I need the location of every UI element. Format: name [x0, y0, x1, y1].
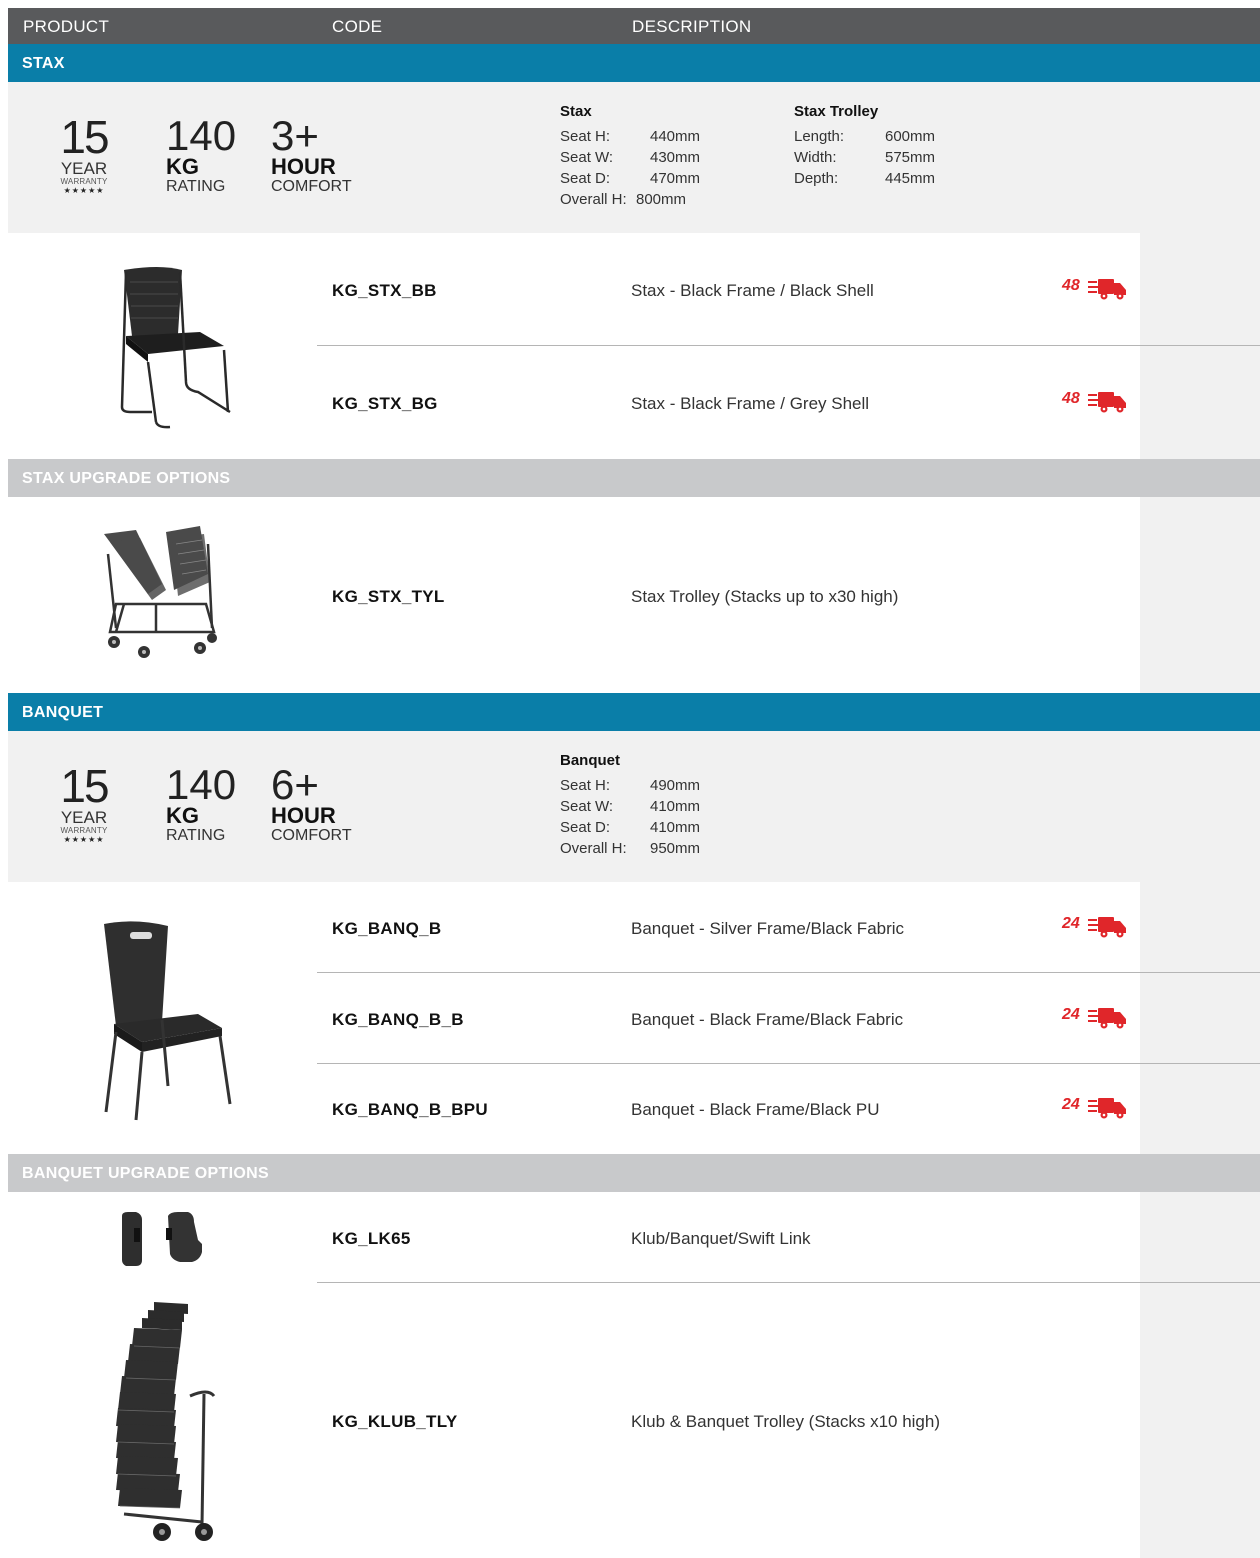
- stax-info-panel: 15 YEAR WARRANTY ★★★★★ 140 KG RATING 3+ …: [8, 82, 1260, 233]
- product-description: Banquet - Black Frame/Black Fabric: [631, 1010, 904, 1029]
- stax-trolley-dimensions: Stax Trolley Length: 600mm Width: 575mm De…: [794, 103, 994, 191]
- stax-trolley-image: [96, 524, 222, 664]
- product-description: Stax Trolley (Stacks up to x30 high): [631, 587, 899, 606]
- comfort-label: COMFORT: [271, 827, 352, 844]
- product-code: KG_BANQ_B_BPU: [332, 1100, 488, 1119]
- product-description: Banquet - Silver Frame/Black Fabric: [631, 919, 905, 938]
- weight-rating-badge: 140 KG RATING: [166, 112, 237, 196]
- side-strip: [1140, 882, 1260, 1154]
- product-description: Stax - Black Frame / Black Shell: [631, 281, 874, 300]
- comfort-badge: 3+ HOUR COMFORT: [271, 112, 352, 196]
- warranty-years: 15: [60, 111, 109, 163]
- warranty-badge: 15 YEAR WARRANTY ★★★★★: [54, 114, 114, 195]
- rating-label: RATING: [166, 178, 226, 195]
- section-header-banquet: BANQUET: [8, 693, 1260, 731]
- hour-label: HOUR: [271, 803, 336, 828]
- product-code: KG_KLUB_TLY: [332, 1412, 458, 1431]
- spec-row: Seat D: 410mm: [560, 819, 701, 836]
- spec-row: Overall H: 800mm: [560, 191, 687, 208]
- spec-title: Stax Trolley: [794, 103, 879, 120]
- rating-label: RATING: [166, 827, 226, 844]
- delivery-hours: 24: [1062, 1006, 1080, 1023]
- section-title: STAX UPGRADE OPTIONS: [22, 470, 231, 487]
- section-header-banquet-upgrade: BANQUET UPGRADE OPTIONS: [8, 1154, 1260, 1192]
- product-code: KG_LK65: [332, 1229, 411, 1248]
- warranty-years: 15: [60, 760, 109, 812]
- banquet-info-panel: 15 YEAR WARRANTY ★★★★★ 140 KG RATING 6+ …: [8, 731, 1260, 882]
- stax-chair-image: [112, 262, 240, 430]
- column-header-code: CODE: [332, 17, 383, 36]
- comfort-label: COMFORT: [271, 178, 352, 195]
- weight-rating-badge: 140 KG RATING: [166, 761, 237, 845]
- table-header: PRODUCT CODE DESCRIPTION: [8, 8, 1260, 44]
- delivery-hours: 48: [1062, 390, 1080, 407]
- star-icons: ★★★★★: [63, 186, 105, 195]
- warranty-label: WARRANTY: [60, 177, 108, 186]
- spec-row: Length: 600mm: [794, 128, 936, 145]
- row-divider: [317, 1282, 1260, 1283]
- row-divider: [317, 972, 1260, 973]
- delivery-hours: 24: [1062, 1096, 1080, 1113]
- spec-title: Stax: [560, 103, 592, 120]
- side-strip: [1140, 233, 1260, 459]
- spec-row: Width: 575mm: [794, 149, 936, 166]
- warranty-badge: 15 YEAR WARRANTY ★★★★★: [54, 763, 114, 844]
- spec-row: Seat W: 430mm: [560, 149, 701, 166]
- product-description: Klub & Banquet Trolley (Stacks x10 high): [631, 1412, 940, 1431]
- weight-unit: KG: [166, 154, 199, 179]
- product-description: Banquet - Black Frame/Black PU: [631, 1100, 880, 1119]
- product-code: KG_STX_TYL: [332, 587, 445, 606]
- delivery-hours: 48: [1062, 277, 1080, 294]
- row-divider: [317, 345, 1260, 346]
- warranty-year-label: YEAR: [60, 808, 108, 827]
- delivery-truck-icon: 24: [1062, 1006, 1128, 1032]
- spec-row: Overall H: 950mm: [560, 840, 701, 857]
- delivery-hours: 24: [1062, 915, 1080, 932]
- spec-row: Seat D: 470mm: [560, 170, 701, 187]
- product-description: Stax - Black Frame / Grey Shell: [631, 394, 870, 413]
- delivery-truck-icon: 48: [1062, 390, 1128, 416]
- banquet-chair-image: [96, 916, 242, 1124]
- spec-row: Seat W: 410mm: [560, 798, 701, 815]
- link-connector-image: [118, 1210, 204, 1268]
- product-code: KG_BANQ_B: [332, 919, 442, 938]
- column-header-description: DESCRIPTION: [632, 17, 752, 36]
- delivery-truck-icon: 24: [1062, 1096, 1128, 1122]
- star-icons: ★★★★★: [63, 835, 105, 844]
- side-strip: [1140, 1192, 1260, 1558]
- spec-row: Depth: 445mm: [794, 170, 936, 187]
- section-title: STAX: [22, 55, 65, 72]
- weight-value: 140: [166, 761, 237, 808]
- weight-unit: KG: [166, 803, 199, 828]
- comfort-badge: 6+ HOUR COMFORT: [271, 761, 352, 845]
- delivery-truck-icon: 24: [1062, 915, 1128, 941]
- row-divider: [317, 1063, 1260, 1064]
- product-code: KG_STX_BG: [332, 394, 438, 413]
- spec-title: Banquet: [560, 752, 620, 769]
- banquet-dimensions: Banquet Seat H: 490mm Seat W: 410mm Seat D…: [560, 752, 760, 861]
- column-header-product: PRODUCT: [23, 17, 110, 36]
- hour-label: HOUR: [271, 154, 336, 179]
- spec-row: Seat H: 490mm: [560, 777, 701, 794]
- stax-dimensions: Stax Seat H: 440mm Seat W: 430mm Seat D: 47…: [560, 103, 760, 212]
- section-title: BANQUET: [22, 704, 104, 721]
- section-header-stax: STAX: [8, 44, 1260, 82]
- spec-row: Seat H: 440mm: [560, 128, 701, 145]
- side-strip: [1140, 497, 1260, 693]
- product-code: KG_BANQ_B_B: [332, 1010, 464, 1029]
- comfort-hours: 6+: [271, 761, 319, 808]
- warranty-label: WARRANTY: [60, 826, 108, 835]
- weight-value: 140: [166, 112, 237, 159]
- product-description: Klub/Banquet/Swift Link: [631, 1229, 811, 1248]
- section-header-stax-upgrade: STAX UPGRADE OPTIONS: [8, 459, 1260, 497]
- product-code: KG_STX_BB: [332, 281, 437, 300]
- comfort-hours: 3+: [271, 112, 319, 159]
- warranty-year-label: YEAR: [60, 159, 108, 178]
- delivery-truck-icon: 48: [1062, 277, 1128, 303]
- section-title: BANQUET UPGRADE OPTIONS: [22, 1165, 269, 1182]
- klub-trolley-image: [104, 1300, 224, 1544]
